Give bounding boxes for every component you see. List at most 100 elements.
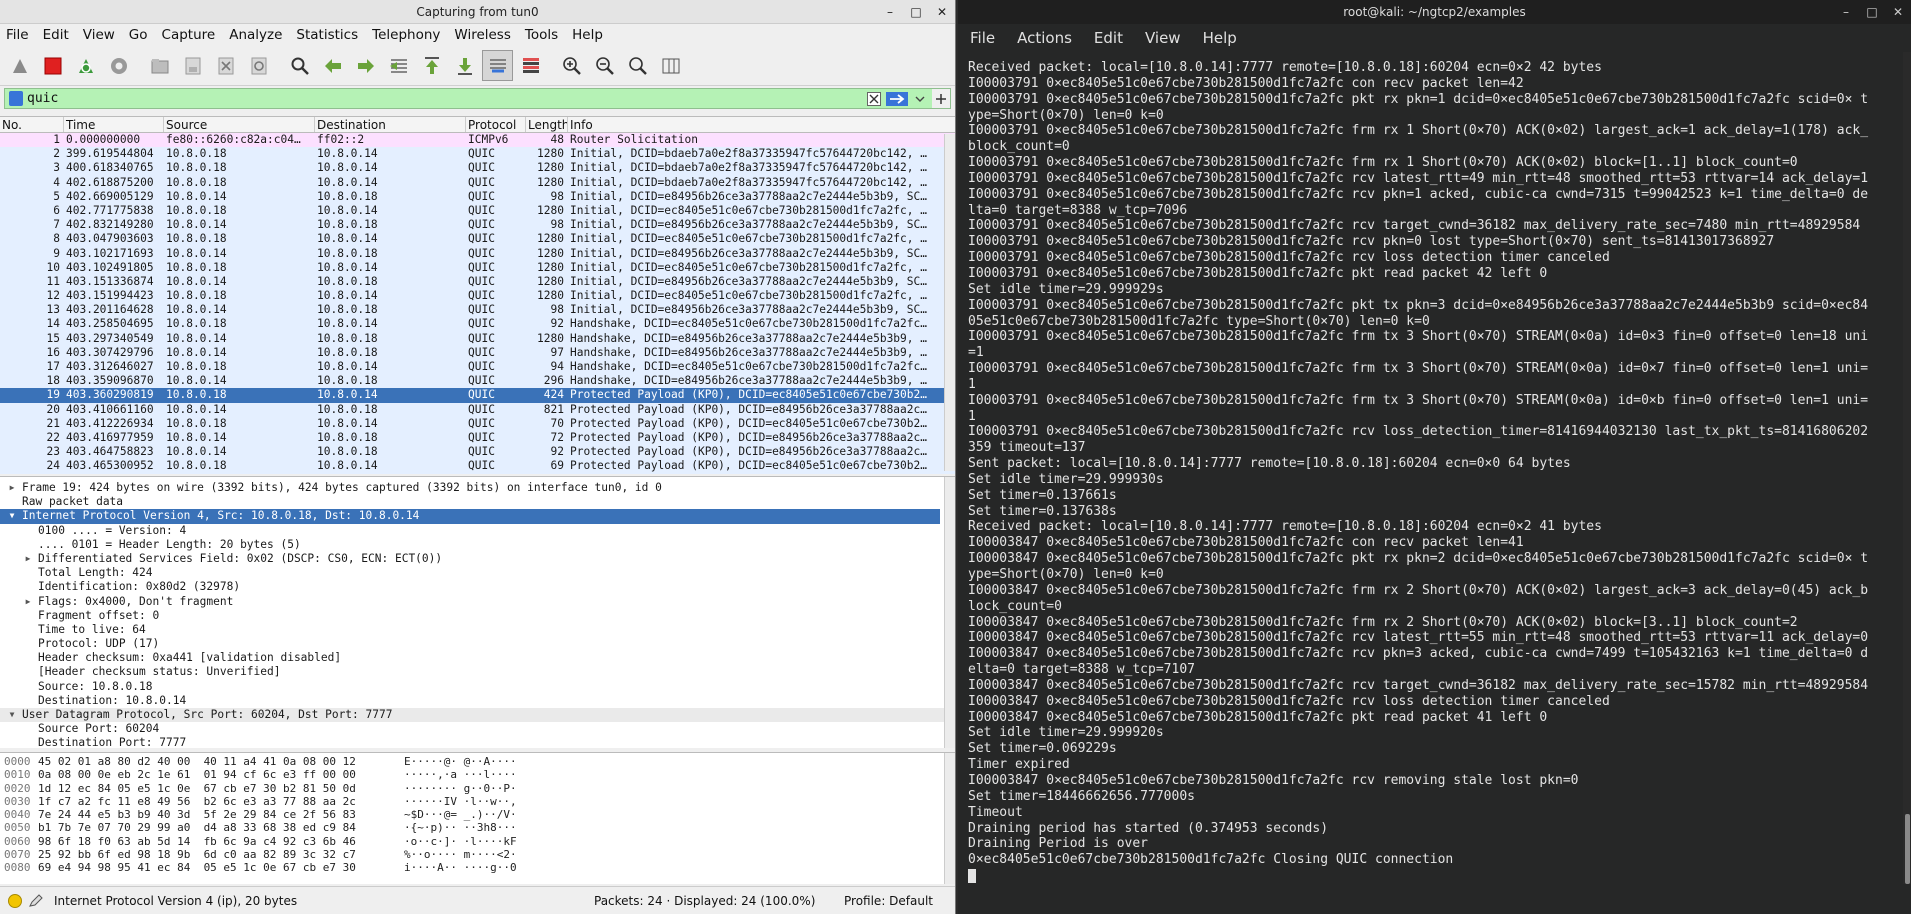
- capture-status-indicator-icon[interactable]: [8, 893, 22, 908]
- terminal-close-icon[interactable]: ✕: [1891, 0, 1905, 24]
- packet-row[interactable]: 12 403.151994423 10.8.0.18 10.8.0.14 QUIC 128…: [0, 289, 955, 304]
- go-to-packet-icon[interactable]: [383, 50, 414, 81]
- go-first-icon[interactable]: [416, 50, 447, 81]
- close-icon[interactable]: ✕: [935, 0, 949, 24]
- open-file-icon[interactable]: [144, 50, 175, 81]
- menu-statistics[interactable]: Statistics: [296, 27, 358, 43]
- status-profile[interactable]: Profile: Default: [844, 894, 933, 908]
- column-header-protocol[interactable]: Protocol: [466, 117, 526, 132]
- detail-tree-item[interactable]: ▼ Internet Protocol Version 4, Src: 10.8.…: [0, 509, 940, 524]
- hex-dump-row[interactable]: 0070 25 92 bb 6f ed 98 18 9b 6d c0 aa 82 …: [0, 848, 955, 861]
- restart-capture-icon[interactable]: [70, 50, 101, 81]
- packet-row[interactable]: 9 403.102171693 10.8.0.14 10.8.0.18 QUIC 1280…: [0, 246, 955, 261]
- resize-columns-icon[interactable]: [655, 50, 686, 81]
- minimize-icon[interactable]: –: [883, 0, 897, 24]
- detail-tree-item[interactable]: Source Port: 60204: [0, 722, 955, 736]
- detail-tree-item[interactable]: ▶ Flags: 0x4000, Don't fragment: [0, 595, 955, 609]
- detail-tree-item[interactable]: Destination Port: 7777: [0, 736, 955, 748]
- detail-tree-item[interactable]: Total Length: 424: [0, 566, 955, 580]
- stop-capture-icon[interactable]: [37, 50, 68, 81]
- close-file-icon[interactable]: [210, 50, 241, 81]
- detail-tree-item[interactable]: Raw packet data: [0, 495, 955, 509]
- column-header-length[interactable]: Length: [526, 117, 568, 132]
- filter-history-chevron-down-icon[interactable]: [912, 91, 928, 106]
- filter-bookmark-icon[interactable]: [9, 91, 23, 106]
- hex-dump-row[interactable]: 0000 45 02 01 a8 80 d2 40 00 40 11 a4 41 …: [0, 755, 955, 768]
- detail-tree-item[interactable]: [Header checksum status: Unverified]: [0, 665, 955, 679]
- capture-options-gear-icon[interactable]: [103, 50, 134, 81]
- detail-tree-item[interactable]: Time to live: 64: [0, 623, 955, 637]
- column-header-destination[interactable]: Destination: [315, 117, 466, 132]
- terminal-scrollbar[interactable]: [1903, 52, 1911, 884]
- apply-filter-icon[interactable]: [886, 91, 908, 106]
- auto-scroll-icon[interactable]: [482, 50, 513, 81]
- menu-edit[interactable]: Edit: [43, 27, 69, 43]
- terminal-menu-file[interactable]: File: [970, 29, 995, 47]
- clear-filter-icon[interactable]: [866, 91, 882, 106]
- menu-tools[interactable]: Tools: [525, 27, 558, 43]
- packet-row[interactable]: 7 402.832149280 10.8.0.14 10.8.0.18 QUIC 98 In…: [0, 218, 955, 233]
- packet-row[interactable]: 18 403.359096870 10.8.0.14 10.8.0.18 QUIC 296…: [0, 374, 955, 389]
- detail-tree-item[interactable]: ▶ Differentiated Services Field: 0x02 (DS…: [0, 552, 955, 566]
- expand-triangle-right-icon[interactable]: ▶: [6, 481, 18, 495]
- save-file-icon[interactable]: [177, 50, 208, 81]
- go-forward-icon[interactable]: [350, 50, 381, 81]
- packet-row[interactable]: 15 403.297340549 10.8.0.14 10.8.0.18 QUIC 128…: [0, 331, 955, 346]
- column-header-time[interactable]: Time: [64, 117, 164, 132]
- packet-row[interactable]: 11 403.151336874 10.8.0.14 10.8.0.18 QUIC 128…: [0, 274, 955, 290]
- hex-dump-row[interactable]: 0040 7e 24 44 e5 b3 b9 40 3d 5f 2e 29 84 …: [0, 808, 955, 821]
- menu-help[interactable]: Help: [572, 27, 603, 43]
- packet-row[interactable]: 6 402.771775838 10.8.0.18 10.8.0.14 QUIC 1280…: [0, 203, 955, 219]
- go-back-icon[interactable]: [317, 50, 348, 81]
- packet-row[interactable]: 17 403.312646027 10.8.0.18 10.8.0.14 QUIC 94 H…: [0, 360, 955, 375]
- packet-row[interactable]: 23 403.464758823 10.8.0.14 10.8.0.18 QUIC 92 P…: [0, 445, 955, 460]
- hex-dump-row[interactable]: 0030 1f c7 a2 fc 11 e8 49 56 b2 6c e3 a3 …: [0, 795, 955, 808]
- column-header-source[interactable]: Source: [164, 117, 315, 132]
- packet-row[interactable]: 2 399.619544804 10.8.0.18 10.8.0.14 QUIC 1280…: [0, 147, 955, 162]
- packet-row[interactable]: 4 402.618875200 10.8.0.18 10.8.0.14 QUIC 1280…: [0, 175, 955, 190]
- menu-go[interactable]: Go: [129, 27, 148, 43]
- menu-capture[interactable]: Capture: [162, 27, 216, 43]
- packet-row[interactable]: 22 403.416977959 10.8.0.14 10.8.0.18 QUIC 72 P…: [0, 430, 955, 446]
- collapse-triangle-down-icon[interactable]: ▼: [6, 708, 18, 722]
- menu-file[interactable]: File: [6, 27, 29, 43]
- packet-row[interactable]: 13 403.201164628 10.8.0.14 10.8.0.18 QUIC 98 I…: [0, 303, 955, 318]
- colorize-icon[interactable]: [515, 50, 546, 81]
- packet-row[interactable]: 10 403.102491805 10.8.0.18 10.8.0.14 QUIC 128…: [0, 260, 955, 275]
- terminal-prompt-line[interactable]: [968, 868, 1911, 884]
- detail-tree-item[interactable]: ▼ User Datagram Protocol, Src Port: 60204…: [0, 708, 955, 723]
- packet-row[interactable]: 8 403.047903603 10.8.0.18 10.8.0.14 QUIC 1280…: [0, 232, 955, 247]
- terminal-menu-view[interactable]: View: [1145, 29, 1181, 47]
- hex-dump-row[interactable]: 0060 98 6f 18 f0 63 ab 5d 14 fb 6c 9a c4 …: [0, 835, 955, 848]
- zoom-in-icon[interactable]: [556, 50, 587, 81]
- find-packet-icon[interactable]: [284, 50, 315, 81]
- go-last-icon[interactable]: [449, 50, 480, 81]
- hex-dump-row[interactable]: 0080 69 e4 94 98 95 41 ec 84 05 e5 1c 0e …: [0, 861, 955, 874]
- detail-tree-item[interactable]: Fragment offset: 0: [0, 609, 955, 623]
- menu-wireless[interactable]: Wireless: [454, 27, 511, 43]
- collapse-triangle-down-icon[interactable]: ▼: [6, 509, 18, 523]
- packet-row[interactable]: 20 403.410661160 10.8.0.14 10.8.0.18 QUIC 821…: [0, 402, 955, 417]
- packet-row[interactable]: 5 402.669005129 10.8.0.14 10.8.0.18 QUIC 98 In…: [0, 189, 955, 204]
- hex-dump-row[interactable]: 0050 b1 7b 7e 07 70 29 99 a0 d4 a8 33 68 …: [0, 821, 955, 834]
- terminal-minimize-icon[interactable]: –: [1839, 0, 1853, 24]
- packet-row[interactable]: 14 403.258504695 10.8.0.18 10.8.0.14 QUIC 92 H…: [0, 317, 955, 332]
- maximize-icon[interactable]: □: [909, 0, 923, 24]
- column-header-info[interactable]: Info: [568, 117, 955, 132]
- packet-list-scrollbar[interactable]: [944, 134, 955, 471]
- column-header-no[interactable]: No.: [0, 117, 64, 132]
- terminal-output[interactable]: Received packet: local=[10.8.0.14]:7777 …: [958, 52, 1911, 884]
- reload-file-icon[interactable]: [243, 50, 274, 81]
- packet-row[interactable]: 19 403.360290819 10.8.0.18 10.8.0.14 QUIC 424…: [0, 388, 955, 403]
- packet-row[interactable]: 3 400.618340765 10.8.0.18 10.8.0.14 QUIC 1280…: [0, 161, 955, 176]
- edit-comment-icon[interactable]: [28, 893, 44, 908]
- hex-dump-row[interactable]: 0010 0a 08 00 0e eb 2c 1e 61 01 94 cf 6c …: [0, 768, 955, 781]
- terminal-menu-actions[interactable]: Actions: [1017, 29, 1072, 47]
- expand-triangle-right-icon[interactable]: ▶: [22, 595, 34, 609]
- detail-tree-item[interactable]: .... 0101 = Header Length: 20 bytes (5): [0, 538, 955, 552]
- hex-dump-row[interactable]: 0020 1d 12 ec 84 05 e5 1c 0e 67 cb e7 30 …: [0, 782, 955, 795]
- terminal-menu-help[interactable]: Help: [1203, 29, 1237, 47]
- packet-row[interactable]: 21 403.412226934 10.8.0.18 10.8.0.14 QUIC 70 P…: [0, 416, 955, 431]
- menu-view[interactable]: View: [83, 27, 115, 43]
- detail-tree-item[interactable]: 0100 .... = Version: 4: [0, 524, 955, 538]
